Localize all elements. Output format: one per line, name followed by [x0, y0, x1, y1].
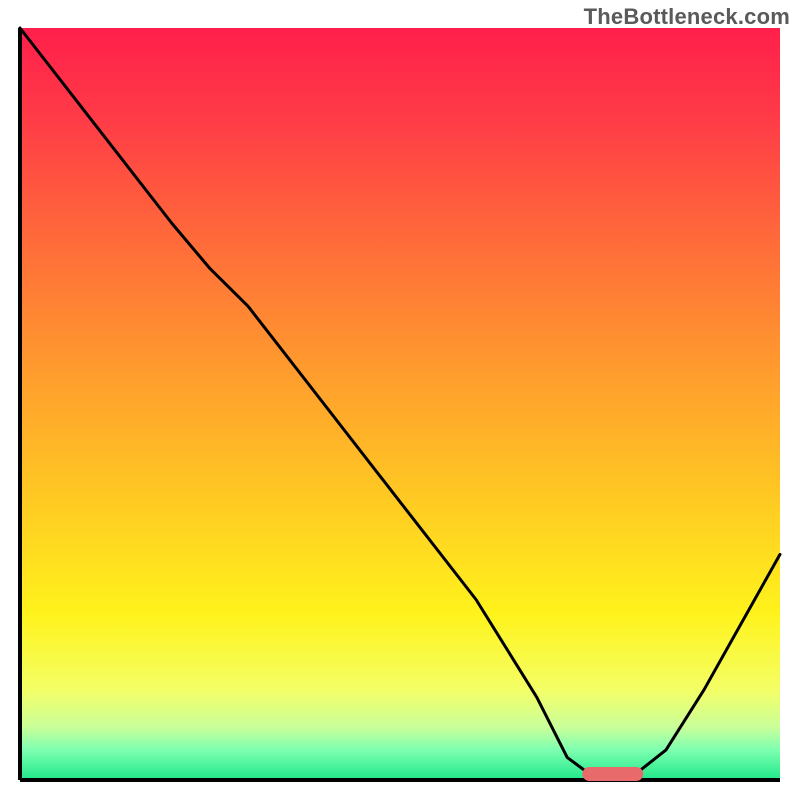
chart-container: TheBottleneck.com	[0, 0, 800, 800]
optimal-marker	[582, 767, 643, 781]
bottleneck-chart	[0, 0, 800, 800]
gradient-background	[20, 28, 780, 780]
